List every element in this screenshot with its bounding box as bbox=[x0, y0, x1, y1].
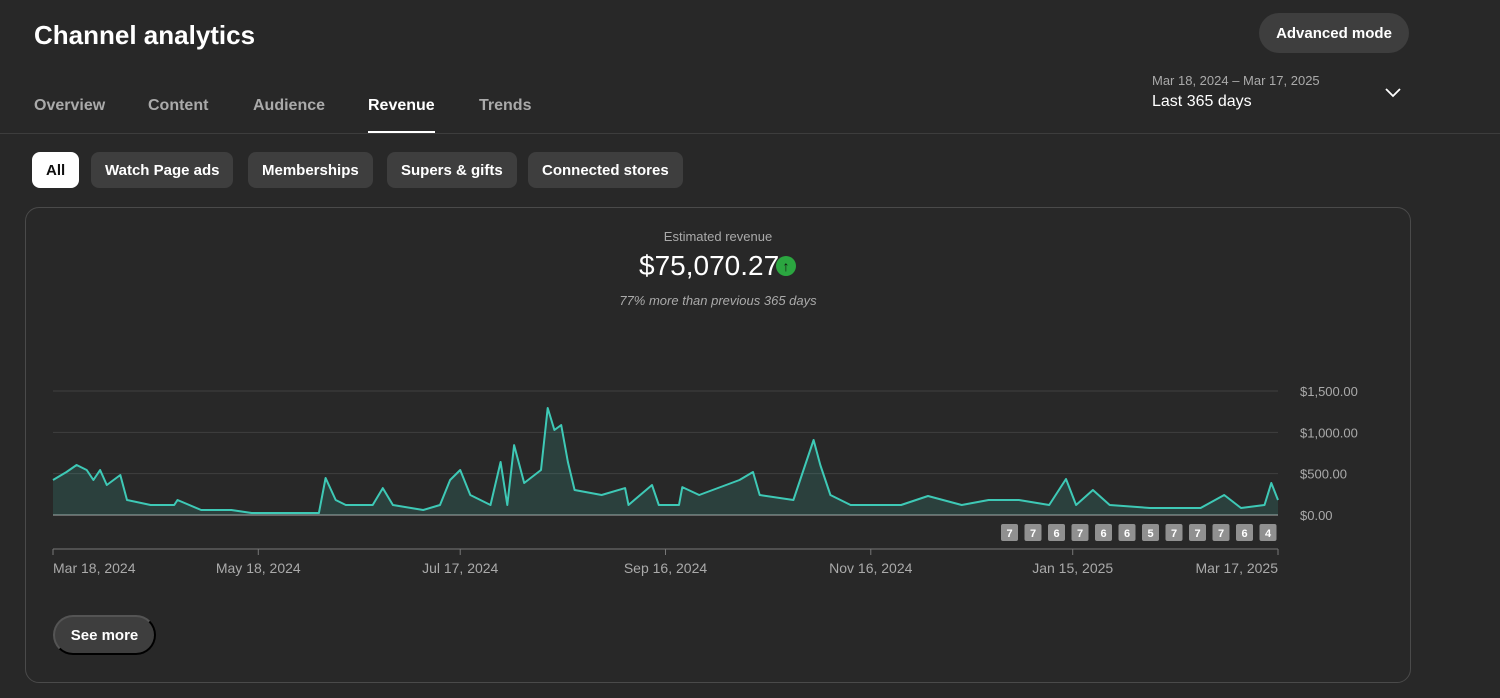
video-count-label: 4 bbox=[1265, 528, 1272, 540]
video-count-label: 6 bbox=[1124, 528, 1130, 540]
see-more-button[interactable]: See more bbox=[53, 615, 156, 655]
video-count-label: 6 bbox=[1100, 528, 1106, 540]
y-tick-label: $1,000.00 bbox=[1300, 425, 1358, 440]
video-count-label: 7 bbox=[1030, 528, 1036, 540]
video-count-label: 7 bbox=[1194, 528, 1200, 540]
revenue-chart: $1,500.00 $1,000.00 $500.00 $0.00 7 7 6 7 6 6 5 7 7 7… bbox=[52, 384, 1358, 576]
y-tick-label: $1,500.00 bbox=[1300, 384, 1358, 399]
x-tick-label: May 18, 2024 bbox=[216, 560, 301, 576]
video-count-label: 7 bbox=[1006, 528, 1012, 540]
x-tick-label: Mar 18, 2024 bbox=[53, 560, 136, 576]
x-tick-label: Jul 17, 2024 bbox=[422, 560, 498, 576]
x-tick-label: Nov 16, 2024 bbox=[829, 560, 912, 576]
video-count-label: 7 bbox=[1077, 528, 1083, 540]
revenue-area bbox=[53, 408, 1278, 515]
x-tick-label: Jan 15, 2025 bbox=[1032, 560, 1113, 576]
video-count-label: 7 bbox=[1171, 528, 1177, 540]
y-tick-label: $500.00 bbox=[1300, 467, 1347, 482]
x-tick-label: Sep 16, 2024 bbox=[624, 560, 708, 576]
video-count-label: 7 bbox=[1218, 528, 1224, 540]
x-tick-label: Mar 17, 2025 bbox=[1196, 560, 1279, 576]
video-count-label: 6 bbox=[1053, 528, 1059, 540]
y-tick-label: $0.00 bbox=[1300, 508, 1333, 523]
video-count-label: 6 bbox=[1241, 528, 1247, 540]
video-count-label: 5 bbox=[1147, 528, 1153, 540]
